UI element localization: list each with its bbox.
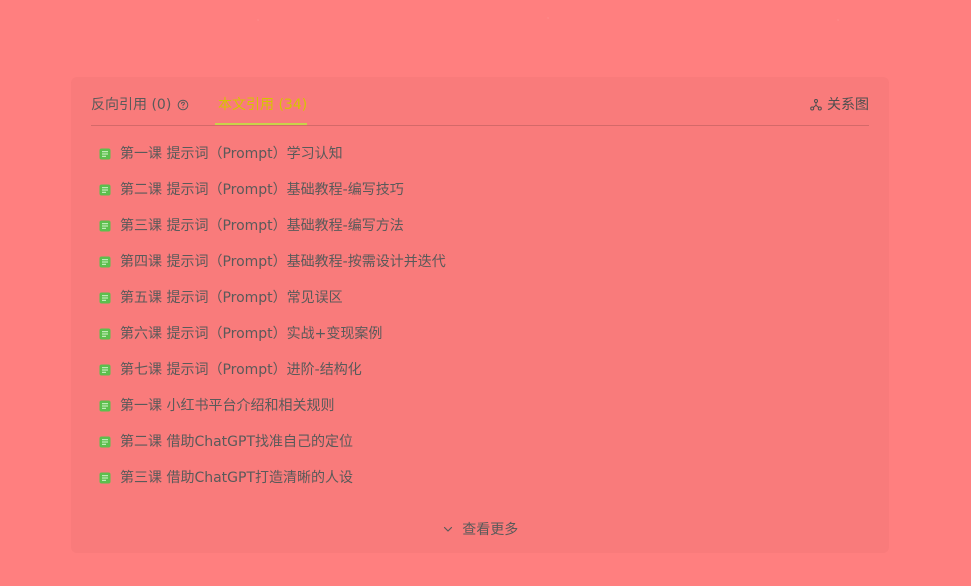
list-item[interactable]: 第三课 借助ChatGPT打造清晰的人设 (98, 460, 798, 496)
list-item[interactable]: 第六课 提示词（Prompt）实战+变现案例 (98, 316, 798, 352)
reference-tabs: 反向引用 (0) 本文引用 (34) 关系图 (91, 77, 869, 126)
list-item-label: 第二课 借助ChatGPT找准自己的定位 (120, 434, 354, 450)
list-item[interactable]: 第五课 提示词（Prompt）常见误区 (98, 280, 798, 316)
tab-references[interactable]: 本文引用 (34) (218, 95, 307, 115)
references-label: 本文引用 (34) (218, 97, 308, 113)
list-item[interactable]: 第一课 小红书平台介绍和相关规则 (98, 388, 798, 424)
list-item-label: 第七课 提示词（Prompt）进阶-结构化 (120, 362, 362, 378)
document-icon (99, 256, 111, 268)
document-icon (99, 148, 111, 160)
relationship-graph-button[interactable]: 关系图 (809, 95, 869, 115)
list-item[interactable]: 第四课 提示词（Prompt）基础教程-按需设计并迭代 (98, 244, 798, 280)
tab-backlinks[interactable]: 反向引用 (0) (91, 95, 189, 115)
list-item-label: 第五课 提示词（Prompt）常见误区 (120, 290, 343, 306)
document-icon (99, 472, 111, 484)
document-icon (99, 184, 111, 196)
list-item[interactable]: 第七课 提示词（Prompt）进阶-结构化 (98, 352, 798, 388)
reference-list: 第一课 提示词（Prompt）学习认知 第二课 提示词（Prompt）基础教程-… (98, 136, 798, 496)
list-item[interactable]: 第二课 提示词（Prompt）基础教程-编写技巧 (98, 172, 798, 208)
list-item-label: 第二课 提示词（Prompt）基础教程-编写技巧 (120, 182, 404, 198)
document-icon (99, 328, 111, 340)
document-icon (99, 364, 111, 376)
relationship-graph-label: 关系图 (827, 97, 869, 113)
list-item-label: 第三课 提示词（Prompt）基础教程-编写方法 (120, 218, 404, 234)
view-more-label: 查看更多 (462, 522, 519, 538)
references-panel: 反向引用 (0) 本文引用 (34) 关系图 第一课 提示词（Prompt）学习… (71, 77, 889, 553)
active-tab-underline (215, 123, 307, 125)
document-icon (99, 400, 111, 412)
list-item-label: 第六课 提示词（Prompt）实战+变现案例 (120, 326, 383, 342)
list-item[interactable]: 第三课 提示词（Prompt）基础教程-编写方法 (98, 208, 798, 244)
document-icon (99, 436, 111, 448)
backlinks-label: 反向引用 (0) (91, 97, 172, 113)
question-circle-icon[interactable] (177, 99, 189, 111)
document-icon (99, 292, 111, 304)
chevron-down-icon (443, 526, 452, 532)
list-item-label: 第三课 借助ChatGPT打造清晰的人设 (120, 470, 354, 486)
relationship-graph-icon (810, 99, 822, 111)
view-more-button[interactable]: 查看更多 (71, 520, 889, 540)
document-icon (99, 220, 111, 232)
list-item-label: 第四课 提示词（Prompt）基础教程-按需设计并迭代 (120, 254, 446, 270)
list-item-label: 第一课 小红书平台介绍和相关规则 (120, 398, 335, 414)
list-item[interactable]: 第一课 提示词（Prompt）学习认知 (98, 136, 798, 172)
list-item-label: 第一课 提示词（Prompt）学习认知 (120, 146, 343, 162)
list-item[interactable]: 第二课 借助ChatGPT找准自己的定位 (98, 424, 798, 460)
